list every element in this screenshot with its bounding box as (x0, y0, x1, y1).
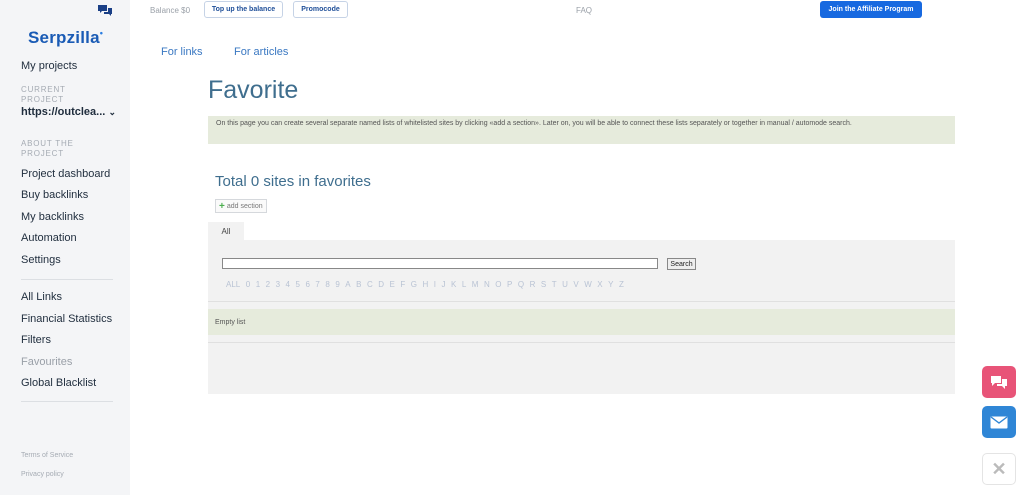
sidebar-item-automation[interactable]: Automation (21, 232, 77, 244)
alphabet-letter[interactable]: K (451, 280, 456, 289)
terms-link[interactable]: Terms of Service (21, 452, 73, 459)
alphabet-letter[interactable]: Y (608, 280, 613, 289)
sidebar-item-all-links[interactable]: All Links (21, 291, 62, 303)
alphabet-letter[interactable]: 1 (256, 280, 260, 289)
mail-button[interactable] (982, 406, 1016, 438)
chat-button[interactable] (982, 366, 1016, 398)
sidebar-item-financial-statistics[interactable]: Financial Statistics (21, 313, 112, 325)
current-project-heading: CURRENT PROJECT (21, 85, 66, 104)
sidebar-item-project-dashboard[interactable]: Project dashboard (21, 168, 110, 180)
alphabet-letter[interactable]: 3 (276, 280, 280, 289)
sidebar-item-global-blacklist[interactable]: Global Blacklist (21, 377, 96, 389)
alphabet-letter[interactable]: 4 (286, 280, 290, 289)
balance-text: Balance $0 (150, 6, 191, 15)
chat-bubbles-icon[interactable] (98, 5, 112, 17)
faq-link[interactable]: FAQ (576, 6, 592, 15)
project-select[interactable]: https://outclea... ⌄ (21, 106, 116, 118)
alphabet-letter[interactable]: O (495, 280, 501, 289)
tab-for-articles[interactable]: For articles (234, 46, 288, 58)
alphabet-letter[interactable]: Q (518, 280, 524, 289)
sidebar-item-my-projects[interactable]: My projects (21, 60, 77, 72)
alphabet-letter[interactable]: F (400, 280, 405, 289)
alphabet-letter[interactable]: ALL (226, 280, 240, 289)
favorites-total: Total 0 sites in favorites (215, 173, 371, 190)
alphabet-letter[interactable]: G (411, 280, 417, 289)
alphabet-letter[interactable]: X (597, 280, 602, 289)
privacy-link[interactable]: Privacy policy (21, 471, 64, 478)
alphabet-filter: ALL 0 1 2 3 4 5 6 7 8 9 A B C D E F G H I J K L M N O P Q R S T U V W X Y Z (226, 280, 629, 289)
panel-divider (208, 301, 955, 302)
alphabet-letter[interactable]: L (462, 280, 466, 289)
alphabet-letter[interactable]: W (584, 280, 592, 289)
alphabet-letter[interactable]: 7 (315, 280, 319, 289)
sidebar-divider (21, 279, 113, 280)
sidebar-item-filters[interactable]: Filters (21, 334, 51, 346)
alphabet-letter[interactable]: D (378, 280, 384, 289)
add-section-label: add section (226, 202, 263, 210)
sidebar-divider (21, 401, 113, 402)
sidebar: Serpzilla• My projects CURRENT PROJECT h… (0, 0, 130, 495)
project-select-value: https://outclea... (21, 106, 106, 118)
tab-for-links[interactable]: For links (161, 46, 203, 58)
alphabet-letter[interactable]: 0 (246, 280, 250, 289)
alphabet-letter[interactable]: P (507, 280, 512, 289)
favorites-panel: Search ALL 0 1 2 3 4 5 6 7 8 9 A B C D E F G H I J K L M N O P Q R S T… (208, 240, 955, 394)
alphabet-letter[interactable]: R (530, 280, 536, 289)
promocode-button[interactable]: Promocode (293, 1, 348, 18)
alphabet-letter[interactable]: 6 (305, 280, 309, 289)
alphabet-letter[interactable]: V (573, 280, 578, 289)
page-title: Favorite (208, 76, 299, 104)
sidebar-item-settings[interactable]: Settings (21, 254, 61, 266)
sidebar-item-favourites[interactable]: Favourites (21, 356, 72, 368)
affiliate-button[interactable]: Join the Affiliate Program (820, 1, 922, 18)
empty-list-message: Empty list (208, 309, 955, 335)
alphabet-letter[interactable]: H (422, 280, 428, 289)
close-icon[interactable]: ✕ (982, 453, 1016, 485)
search-button[interactable]: Search (667, 258, 696, 270)
alphabet-letter[interactable]: N (484, 280, 490, 289)
search-input[interactable] (222, 258, 658, 269)
add-section-button[interactable]: + add section (215, 199, 267, 213)
logo[interactable]: Serpzilla• (28, 28, 103, 48)
chevron-down-icon: ⌄ (108, 106, 116, 117)
info-message: On this page you can create several sepa… (208, 116, 955, 144)
alphabet-letter[interactable]: B (356, 280, 361, 289)
tab-all[interactable]: All (208, 222, 244, 241)
plus-icon: + (219, 200, 225, 212)
alphabet-letter[interactable]: 5 (296, 280, 300, 289)
alphabet-letter[interactable]: J (442, 280, 446, 289)
alphabet-letter[interactable]: A (345, 280, 350, 289)
sidebar-item-my-backlinks[interactable]: My backlinks (21, 211, 84, 223)
alphabet-letter[interactable]: S (541, 280, 546, 289)
alphabet-letter[interactable]: U (562, 280, 568, 289)
chat-icon (991, 375, 1007, 389)
alphabet-letter[interactable]: 8 (325, 280, 329, 289)
alphabet-letter[interactable]: 2 (266, 280, 270, 289)
top-up-button[interactable]: Top up the balance (204, 1, 283, 18)
about-project-heading: ABOUT THE PROJECT (21, 139, 74, 158)
alphabet-letter[interactable]: C (367, 280, 373, 289)
alphabet-letter[interactable]: M (472, 280, 479, 289)
mail-icon (990, 415, 1008, 428)
sidebar-item-buy-backlinks[interactable]: Buy backlinks (21, 189, 88, 201)
alphabet-letter[interactable]: E (390, 280, 395, 289)
alphabet-letter[interactable]: Z (619, 280, 624, 289)
panel-divider (208, 342, 955, 343)
alphabet-letter[interactable]: T (552, 280, 557, 289)
alphabet-letter[interactable]: 9 (335, 280, 339, 289)
alphabet-letter[interactable]: I (434, 280, 436, 289)
